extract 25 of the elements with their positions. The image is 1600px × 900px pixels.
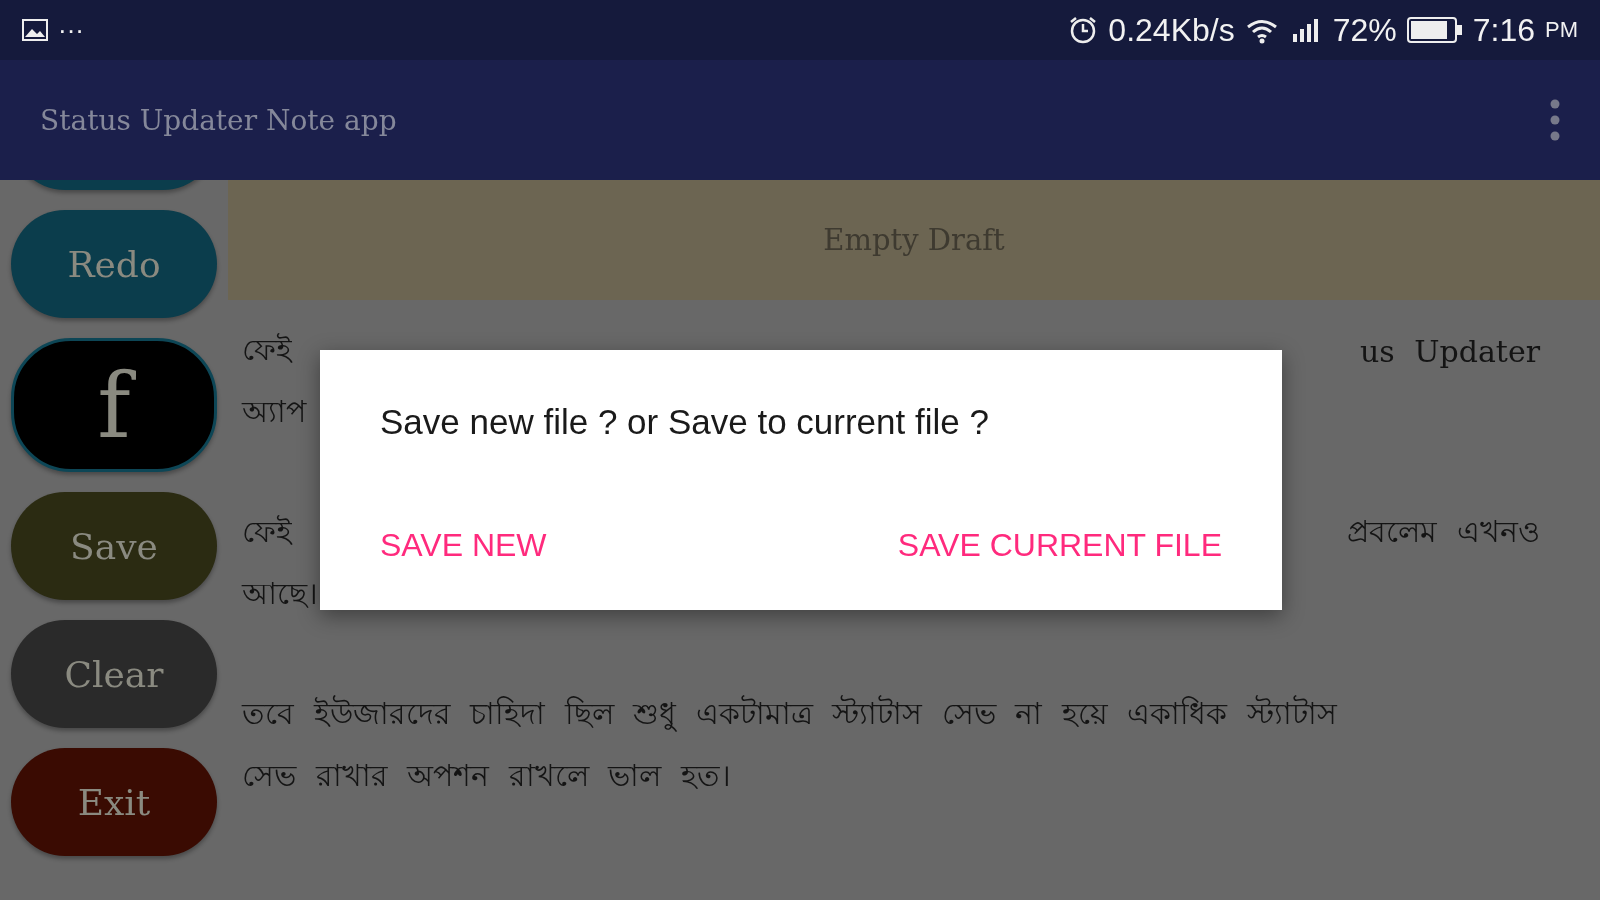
facebook-button[interactable]: f bbox=[11, 338, 217, 472]
clock-period: PM bbox=[1545, 17, 1578, 43]
image-icon bbox=[22, 19, 48, 41]
battery-icon bbox=[1406, 17, 1463, 43]
note-text: ফেই bbox=[242, 512, 292, 551]
dialog-button[interactable]: SAVE NEW bbox=[380, 527, 547, 564]
dialog-message: Save new file ? or Save to current file ? bbox=[380, 402, 990, 442]
note-text: তবে ইউজারদের চাহিদা ছিল শুধু একটামাত্র স্ট্যাটাস সেভ না হয়ে একাধিক স্ট্যাটাস bbox=[242, 694, 1337, 734]
battery-percent: 72% bbox=[1332, 11, 1397, 49]
note-text: ফেই bbox=[242, 330, 292, 369]
note-text: সেভ রাখার অপশন রাখলে ভাল হত। bbox=[242, 756, 731, 795]
overflow-menu-icon[interactable] bbox=[1550, 99, 1560, 141]
note-text: প্রবলেম এখনও bbox=[1347, 512, 1540, 551]
note-text: us Updater bbox=[1360, 333, 1540, 369]
note-text: আছে। bbox=[242, 574, 318, 613]
more-notifications: ··· bbox=[58, 14, 84, 46]
note-text: অ্যাপ bbox=[242, 392, 306, 431]
clock-time: 7:16 bbox=[1472, 11, 1535, 49]
network-speed: 0.24Kb/s bbox=[1108, 11, 1235, 49]
sidebar-button[interactable]: Exit bbox=[11, 748, 217, 856]
sidebar-button[interactable]: Clear bbox=[11, 620, 217, 728]
app-title: Status Updater Note app bbox=[40, 103, 397, 137]
sidebar-button[interactable]: Save bbox=[11, 492, 217, 600]
dialog-button[interactable]: SAVE CURRENT FILE bbox=[897, 527, 1222, 564]
sidebar-button[interactable]: Redo bbox=[11, 210, 217, 318]
